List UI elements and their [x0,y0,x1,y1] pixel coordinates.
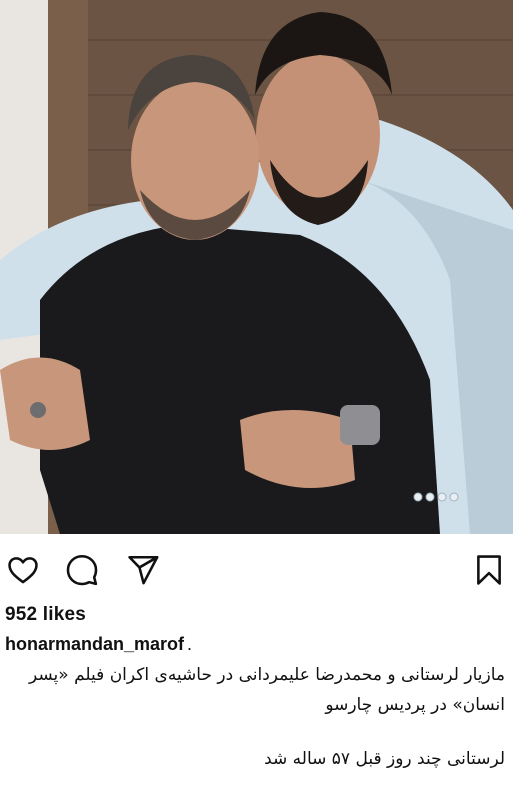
send-icon[interactable] [124,551,162,589]
post-photo[interactable] [0,0,513,534]
username-link[interactable]: honarmandan_marof [5,634,184,654]
comment-icon[interactable] [63,551,101,589]
caption-text: مازیار لرستانی و محمدرضا علیمردانی در حا… [29,665,505,715]
username-suffix: . [187,634,193,654]
post-action-bar [0,544,513,596]
post-photo-image [0,0,513,534]
caption-text-secondary: لرستانی چند روز قبل ۵۷ ساله شد [264,749,505,769]
heart-icon[interactable] [4,551,42,589]
caption-username-line: honarmandan_marof. [5,634,192,655]
bookmark-icon[interactable] [470,551,508,589]
likes-count[interactable]: 952 likes [5,604,86,626]
